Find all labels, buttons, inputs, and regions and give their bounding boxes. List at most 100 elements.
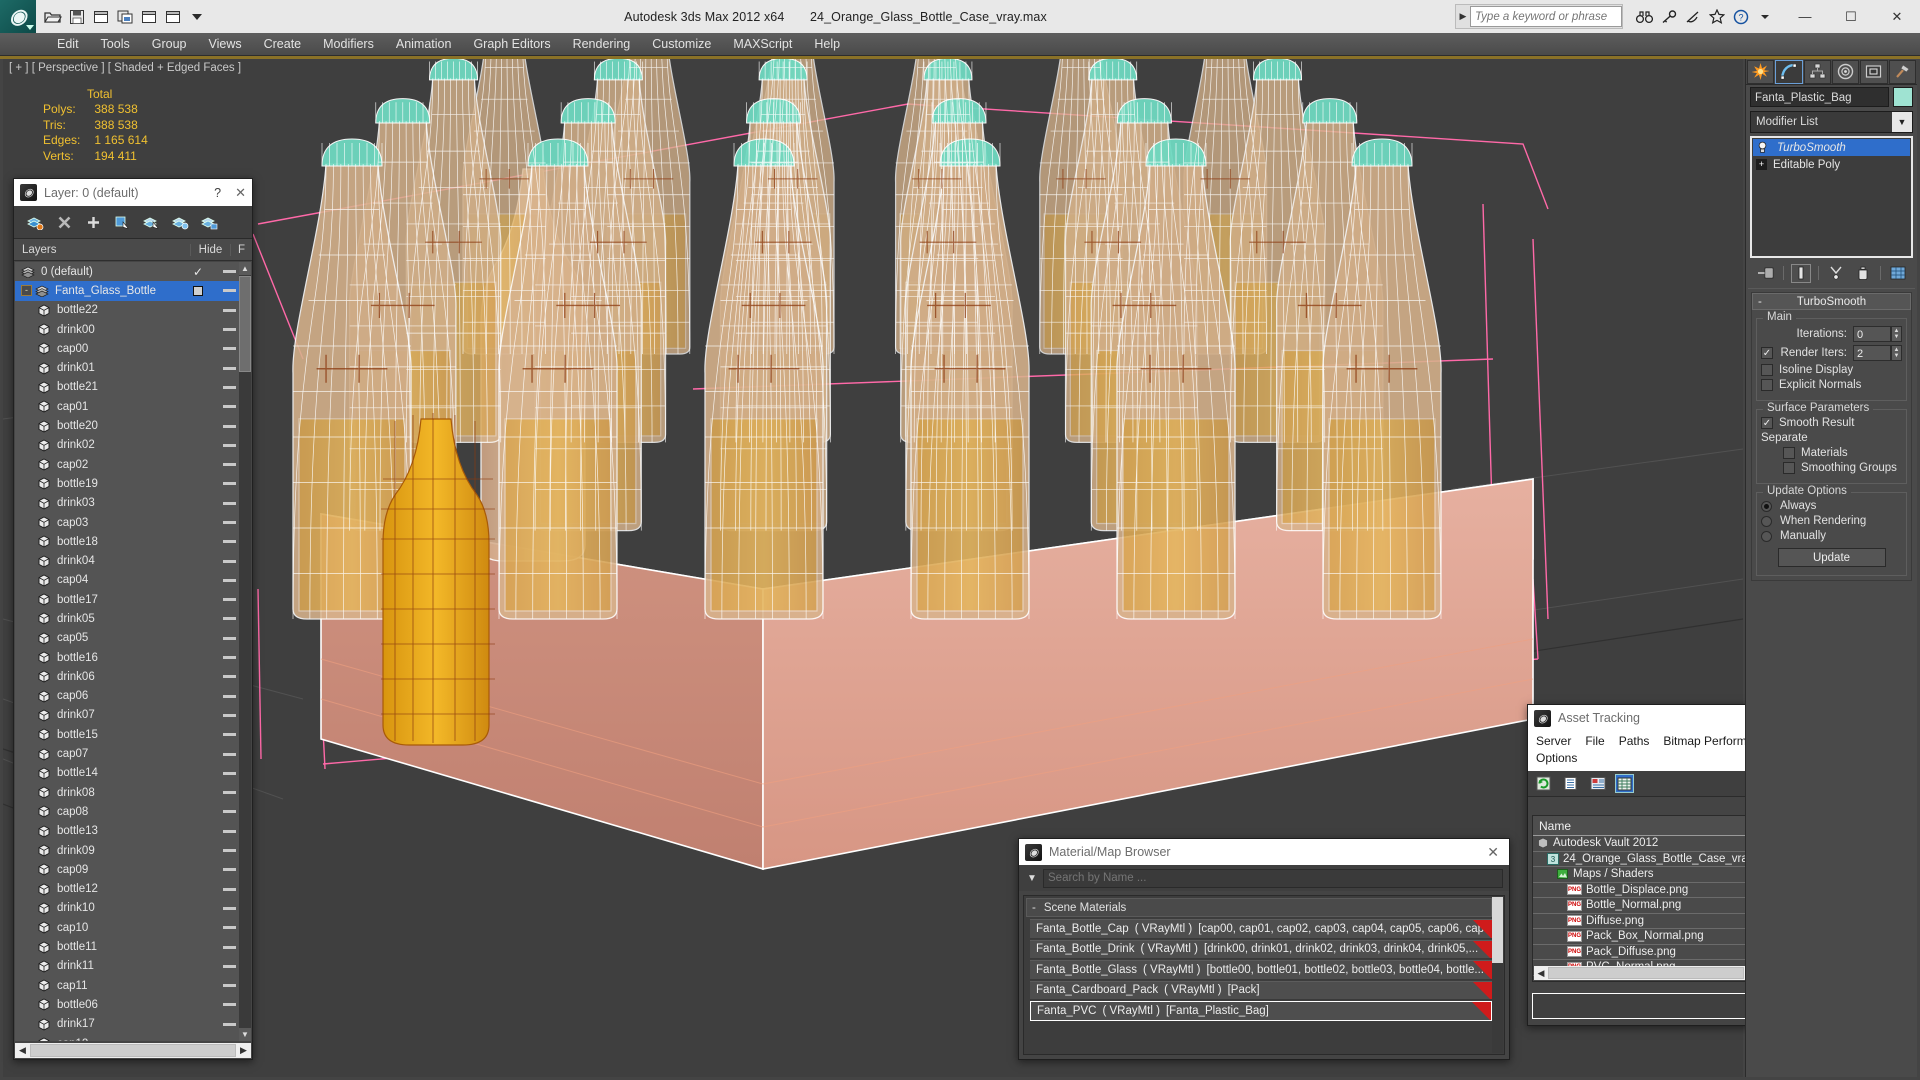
- help-circle-icon[interactable]: ?: [1731, 7, 1750, 26]
- material-row[interactable]: Fanta_Bottle_Drink ( VRayMtl ) [drink00, d…: [1030, 939, 1492, 959]
- separate-smoothing-row[interactable]: Smoothing Groups: [1761, 462, 1902, 474]
- search-input[interactable]: [1470, 6, 1622, 27]
- scrollbar-thumb[interactable]: [239, 276, 251, 372]
- row-name-cell[interactable]: bottle06: [15, 998, 178, 1011]
- object-row[interactable]: cap12: [15, 1034, 240, 1041]
- object-row[interactable]: bottle06: [15, 995, 240, 1014]
- freeze-cell[interactable]: [218, 771, 240, 775]
- hierarchy-tab[interactable]: [1803, 59, 1831, 84]
- help-dropdown-icon[interactable]: [1755, 7, 1774, 26]
- row-name-cell[interactable]: bottle21: [15, 381, 178, 394]
- list-view-icon[interactable]: [1561, 774, 1580, 793]
- row-name-cell[interactable]: bottle18: [15, 535, 178, 548]
- new-scene-icon[interactable]: [138, 6, 160, 28]
- hide-cell[interactable]: ✓: [178, 265, 218, 279]
- freeze-cell[interactable]: [218, 424, 240, 428]
- object-row[interactable]: bottle22: [15, 301, 240, 320]
- freeze-cell[interactable]: [218, 385, 240, 389]
- freeze-cell[interactable]: [218, 501, 240, 505]
- iterations-spinner[interactable]: 0 ▲ ▼: [1853, 326, 1902, 342]
- delete-highlighted-layer-icon[interactable]: [55, 213, 73, 231]
- freeze-cell[interactable]: [218, 482, 240, 486]
- modifier-stack-item-editable-poly[interactable]: + Editable Poly: [1753, 156, 1910, 173]
- row-name-cell[interactable]: drink17: [15, 1018, 178, 1031]
- render-iters-value[interactable]: 2: [1853, 345, 1891, 361]
- material-search-input[interactable]: [1043, 868, 1503, 888]
- column-header-hide[interactable]: Hide: [190, 243, 230, 256]
- row-name-cell[interactable]: drink00: [15, 323, 178, 336]
- object-row[interactable]: cap08: [15, 802, 240, 821]
- freeze-cell[interactable]: [218, 829, 240, 833]
- checkbox-icon[interactable]: [193, 285, 203, 296]
- iterations-value[interactable]: 0: [1853, 326, 1891, 342]
- when-rendering-radio[interactable]: [1761, 515, 1772, 527]
- select-highlighted-layer-icon[interactable]: [142, 213, 160, 231]
- row-name-cell[interactable]: drink08: [15, 786, 178, 799]
- freeze-cell[interactable]: [218, 308, 240, 312]
- separate-smoothing-checkbox[interactable]: [1783, 462, 1795, 474]
- row-name-cell[interactable]: drink03: [15, 497, 178, 510]
- close-button[interactable]: ✕: [1874, 0, 1920, 33]
- hscroll-left-icon[interactable]: ◀: [15, 1045, 30, 1056]
- object-row[interactable]: bottle17: [15, 590, 240, 609]
- object-row[interactable]: drink06: [15, 667, 240, 686]
- object-row[interactable]: cap01: [15, 397, 240, 416]
- row-name-cell[interactable]: drink02: [15, 439, 178, 452]
- freeze-cell[interactable]: [218, 270, 240, 274]
- menu-item-maxscript[interactable]: MAXScript: [722, 33, 803, 56]
- object-row[interactable]: drink03: [15, 494, 240, 513]
- chevron-down-icon[interactable]: ▼: [1892, 112, 1912, 132]
- asset-hscroll-left-icon[interactable]: ◀: [1534, 968, 1548, 979]
- menu-item-tools[interactable]: Tools: [90, 33, 141, 56]
- object-row[interactable]: drink02: [15, 436, 240, 455]
- freeze-cell[interactable]: [218, 906, 240, 910]
- row-name-cell[interactable]: bottle22: [15, 304, 178, 317]
- row-name-cell[interactable]: cap12: [15, 1037, 178, 1041]
- detail-view-icon[interactable]: [1588, 774, 1607, 793]
- modify-tab[interactable]: [1775, 59, 1803, 84]
- object-row[interactable]: bottle11: [15, 937, 240, 956]
- layer-properties-icon[interactable]: [200, 213, 218, 231]
- object-row[interactable]: bottle12: [15, 880, 240, 899]
- row-name-cell[interactable]: drink01: [15, 362, 178, 375]
- object-row[interactable]: drink10: [15, 899, 240, 918]
- object-row[interactable]: cap03: [15, 513, 240, 532]
- object-row[interactable]: drink04: [15, 551, 240, 570]
- reset-icon[interactable]: [162, 6, 184, 28]
- row-name-cell[interactable]: bottle16: [15, 651, 178, 664]
- column-header-layers[interactable]: Layers: [14, 244, 156, 256]
- rollout-collapse-icon[interactable]: -: [1758, 296, 1762, 308]
- object-row[interactable]: bottle15: [15, 725, 240, 744]
- material-browser-close-button[interactable]: ✕: [1487, 844, 1503, 861]
- display-tab[interactable]: [1860, 59, 1888, 84]
- freeze-cell[interactable]: [218, 328, 240, 332]
- configure-modifier-sets-icon[interactable]: [1888, 264, 1908, 283]
- object-row[interactable]: drink00: [15, 320, 240, 339]
- object-row[interactable]: drink01: [15, 358, 240, 377]
- freeze-cell[interactable]: [218, 366, 240, 370]
- modifier-list-dropdown[interactable]: Modifier List ▼: [1750, 111, 1913, 133]
- freeze-cell[interactable]: [218, 926, 240, 930]
- row-name-cell[interactable]: cap07: [15, 748, 178, 761]
- row-name-cell[interactable]: drink11: [15, 960, 178, 973]
- object-row[interactable]: bottle20: [15, 416, 240, 435]
- isoline-display-row[interactable]: Isoline Display: [1761, 364, 1902, 376]
- scene-materials-group-header[interactable]: - Scene Materials: [1026, 898, 1492, 917]
- freeze-cell[interactable]: [218, 733, 240, 737]
- freeze-cell[interactable]: [218, 617, 240, 621]
- object-row[interactable]: cap10: [15, 918, 240, 937]
- utilities-tab[interactable]: [1888, 59, 1916, 84]
- row-name-cell[interactable]: drink10: [15, 902, 178, 915]
- smooth-result-row[interactable]: ✓ Smooth Result: [1761, 417, 1902, 429]
- row-name-cell[interactable]: drink04: [15, 555, 178, 568]
- search-options-icon[interactable]: ▼: [1021, 873, 1043, 884]
- open-file-icon[interactable]: [42, 6, 64, 28]
- object-row[interactable]: cap05: [15, 629, 240, 648]
- object-row[interactable]: drink08: [15, 783, 240, 802]
- render-iters-spinner[interactable]: 2 ▲ ▼: [1853, 345, 1902, 361]
- redo-icon[interactable]: [114, 6, 136, 28]
- object-row[interactable]: bottle21: [15, 378, 240, 397]
- row-name-cell[interactable]: bottle14: [15, 767, 178, 780]
- object-row[interactable]: bottle13: [15, 822, 240, 841]
- object-row[interactable]: bottle18: [15, 532, 240, 551]
